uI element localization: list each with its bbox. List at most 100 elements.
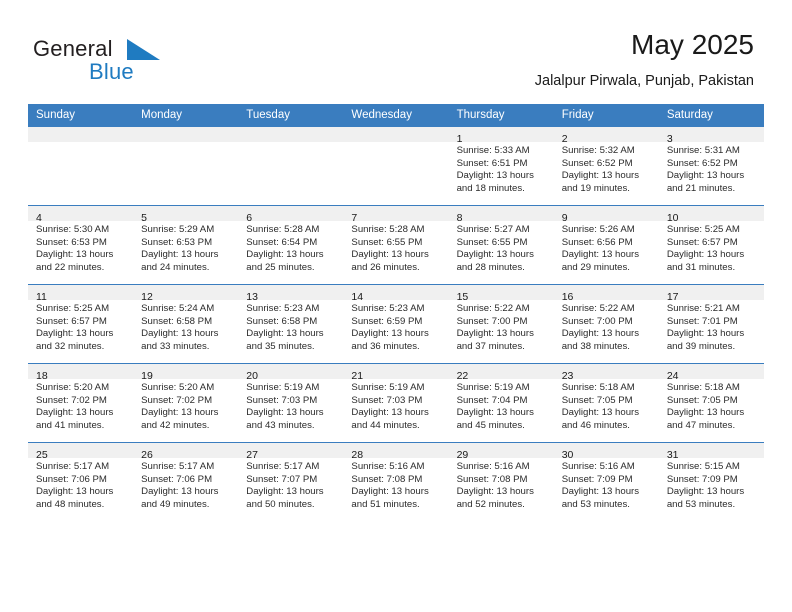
day-detail-line: Daylight: 13 hours (666, 328, 745, 340)
calendar-day-cell[interactable]: 23 Sunrise: 5:18 AM Sunset: 7:05 PM Dayligh… (553, 363, 659, 443)
day-detail-line: Daylight: 13 hours (351, 407, 429, 419)
day-number-band: 11 (28, 285, 134, 303)
calendar-day-cell[interactable]: 5 Sunrise: 5:29 AM Sunset: 6:53 PM Daylight… (133, 205, 239, 285)
calendar-day-cell[interactable]: 11 Sunrise: 5:25 AM Sunset: 6:57 PM Dayligh… (28, 284, 134, 364)
calendar-day-cell[interactable]: 31 Sunrise: 5:15 AM Sunset: 7:09 PM Dayligh… (658, 442, 764, 521)
day-cell-inner (343, 127, 449, 205)
calendar-day-cell[interactable]: 25 Sunrise: 5:17 AM Sunset: 7:06 PM Dayligh… (28, 442, 134, 521)
page-header: General Blue May 2025 Jalalpur Pirwala, … (0, 0, 792, 104)
day-number-band: 4 (28, 206, 134, 224)
day-detail-line: and 41 minutes. (36, 419, 105, 431)
calendar-day-cell[interactable]: 9 Sunrise: 5:26 AM Sunset: 6:56 PM Daylight… (553, 205, 659, 285)
calendar-day-cell[interactable]: 19 Sunrise: 5:20 AM Sunset: 7:02 PM Dayligh… (133, 363, 239, 443)
day-number-band: 15 (448, 285, 554, 303)
day-number-band: 24 (658, 364, 764, 382)
day-cell-inner: 25 Sunrise: 5:17 AM Sunset: 7:06 PM Dayligh… (28, 443, 134, 521)
calendar-day-cell[interactable]: 17 Sunrise: 5:21 AM Sunset: 7:01 PM Dayligh… (658, 284, 764, 364)
calendar-day-cell[interactable]: 7 Sunrise: 5:28 AM Sunset: 6:55 PM Daylight… (343, 205, 449, 285)
calendar-day-cell[interactable]: 13 Sunrise: 5:23 AM Sunset: 6:58 PM Dayligh… (238, 284, 344, 364)
day-detail-line: Sunrise: 5:17 AM (36, 461, 110, 472)
day-cell-inner: 30 Sunrise: 5:16 AM Sunset: 7:09 PM Dayligh… (553, 443, 659, 521)
weekday-header-tuesday: Tuesday (238, 104, 344, 127)
day-detail-line: Sunset: 6:51 PM (456, 157, 528, 169)
day-detail-line: Sunrise: 5:17 AM (246, 461, 320, 472)
day-detail-line: Daylight: 13 hours (561, 486, 640, 498)
day-detail-line: Daylight: 13 hours (456, 486, 534, 498)
day-cell-inner (28, 127, 134, 205)
day-number: 16 (561, 291, 574, 303)
calendar-day-cell[interactable]: 15 Sunrise: 5:22 AM Sunset: 7:00 PM Dayligh… (448, 284, 554, 364)
day-detail-line: and 26 minutes. (351, 261, 420, 273)
calendar-day-cell[interactable]: 6 Sunrise: 5:28 AM Sunset: 6:54 PM Daylight… (238, 205, 344, 285)
day-number: 6 (246, 212, 253, 224)
weekday-header-saturday: Saturday (658, 104, 764, 127)
calendar-day-cell[interactable]: 14 Sunrise: 5:23 AM Sunset: 6:59 PM Dayligh… (343, 284, 449, 364)
day-number-band: 8 (448, 206, 554, 224)
day-detail-line: Daylight: 13 hours (456, 407, 534, 419)
calendar-day-cell[interactable]: 2 Sunrise: 5:32 AM Sunset: 6:52 PM Daylight… (553, 127, 659, 206)
day-number-band: 14 (343, 285, 449, 303)
day-number: 29 (456, 449, 469, 461)
calendar-header-row: Sunday Monday Tuesday Wednesday Thursday… (28, 104, 764, 127)
day-number: 30 (561, 449, 574, 461)
day-number: 20 (246, 370, 258, 382)
calendar-day-cell[interactable]: 28 Sunrise: 5:16 AM Sunset: 7:08 PM Dayligh… (343, 442, 449, 521)
calendar-day-cell[interactable]: 18 Sunrise: 5:20 AM Sunset: 7:02 PM Dayligh… (28, 363, 134, 443)
day-number-band: 30 (553, 443, 659, 461)
calendar-day-cell[interactable]: 27 Sunrise: 5:17 AM Sunset: 7:07 PM Dayligh… (238, 442, 344, 521)
day-number: 12 (141, 291, 153, 303)
weekday-header-monday: Monday (133, 104, 239, 127)
day-detail-line: Daylight: 13 hours (561, 328, 640, 340)
calendar-day-cell[interactable]: 26 Sunrise: 5:17 AM Sunset: 7:06 PM Dayligh… (133, 442, 239, 521)
day-cell-inner: 23 Sunrise: 5:18 AM Sunset: 7:05 PM Dayligh… (553, 364, 659, 443)
day-detail-line: Sunset: 6:59 PM (351, 315, 423, 327)
day-cell-details: Sunrise: 5:17 AM Sunset: 7:06 PM Daylight:… (133, 458, 238, 511)
day-number-band (133, 127, 239, 142)
calendar-day-cell[interactable]: 21 Sunrise: 5:19 AM Sunset: 7:03 PM Dayligh… (343, 363, 449, 443)
day-detail-line: Sunrise: 5:26 AM (561, 224, 635, 235)
day-detail-line: Daylight: 13 hours (666, 407, 745, 419)
calendar-day-cell[interactable]: 16 Sunrise: 5:22 AM Sunset: 7:00 PM Dayligh… (553, 284, 659, 364)
day-detail-line: Sunrise: 5:22 AM (456, 303, 530, 314)
day-number: 7 (351, 212, 358, 224)
calendar-day-cell[interactable]: 22 Sunrise: 5:19 AM Sunset: 7:04 PM Dayligh… (448, 363, 554, 443)
day-cell-inner: 1 Sunrise: 5:33 AM Sunset: 6:51 PM Daylight… (448, 127, 554, 205)
day-cell-details: Sunrise: 5:30 AM Sunset: 6:53 PM Daylight:… (28, 221, 133, 274)
day-cell-details: Sunrise: 5:19 AM Sunset: 7:04 PM Daylight:… (449, 379, 554, 432)
weekday-header-friday: Friday (553, 104, 659, 127)
day-number: 14 (351, 291, 364, 303)
day-cell-details: Sunrise: 5:22 AM Sunset: 7:00 PM Daylight:… (554, 300, 659, 353)
day-number: 26 (141, 449, 153, 461)
weekday-header-sunday: Sunday (28, 104, 134, 127)
day-detail-line: Daylight: 13 hours (351, 486, 429, 498)
calendar-day-cell[interactable]: 4 Sunrise: 5:30 AM Sunset: 6:53 PM Daylight… (28, 205, 134, 285)
calendar-day-cell[interactable]: 20 Sunrise: 5:19 AM Sunset: 7:03 PM Dayligh… (238, 363, 344, 443)
day-cell-inner: 13 Sunrise: 5:23 AM Sunset: 6:58 PM Dayligh… (238, 285, 344, 364)
day-cell-inner: 19 Sunrise: 5:20 AM Sunset: 7:02 PM Dayligh… (133, 364, 239, 443)
day-number: 13 (246, 291, 258, 303)
day-detail-line: Sunrise: 5:18 AM (666, 382, 740, 393)
day-cell-details: Sunrise: 5:20 AM Sunset: 7:02 PM Daylight:… (133, 379, 238, 432)
triangle-logo-icon (127, 39, 161, 61)
day-detail-line: and 21 minutes. (666, 182, 736, 194)
calendar-day-cell[interactable]: 29 Sunrise: 5:16 AM Sunset: 7:08 PM Dayligh… (448, 442, 554, 521)
day-detail-line: and 52 minutes. (456, 498, 525, 510)
day-cell-details: Sunrise: 5:16 AM Sunset: 7:09 PM Daylight:… (554, 458, 659, 511)
day-cell-details: Sunrise: 5:26 AM Sunset: 6:56 PM Daylight:… (554, 221, 659, 274)
calendar-day-cell[interactable]: 24 Sunrise: 5:18 AM Sunset: 7:05 PM Dayligh… (658, 363, 764, 443)
day-detail-line: Sunrise: 5:30 AM (36, 224, 110, 235)
calendar-day-cell[interactable]: 30 Sunrise: 5:16 AM Sunset: 7:09 PM Dayligh… (553, 442, 659, 521)
calendar-day-cell[interactable]: 12 Sunrise: 5:24 AM Sunset: 6:58 PM Dayligh… (133, 284, 239, 364)
day-detail-line: Sunset: 7:03 PM (351, 394, 423, 406)
day-cell-details: Sunrise: 5:23 AM Sunset: 6:59 PM Daylight:… (343, 300, 448, 353)
day-detail-line: Sunset: 6:58 PM (246, 315, 318, 327)
calendar-day-cell[interactable]: 1 Sunrise: 5:33 AM Sunset: 6:51 PM Daylight… (448, 127, 554, 206)
calendar-day-cell[interactable]: 10 Sunrise: 5:25 AM Sunset: 6:57 PM Dayligh… (658, 205, 764, 285)
calendar-day-cell[interactable]: 3 Sunrise: 5:31 AM Sunset: 6:52 PM Daylight… (658, 127, 764, 206)
brand-logo[interactable]: General Blue (33, 36, 233, 88)
day-number: 5 (141, 212, 147, 224)
calendar-day-cell[interactable]: 8 Sunrise: 5:27 AM Sunset: 6:55 PM Daylight… (448, 205, 554, 285)
day-detail-line: Sunset: 7:02 PM (141, 394, 213, 406)
day-detail-line: and 48 minutes. (36, 498, 105, 510)
day-detail-line: Sunrise: 5:24 AM (141, 303, 215, 314)
